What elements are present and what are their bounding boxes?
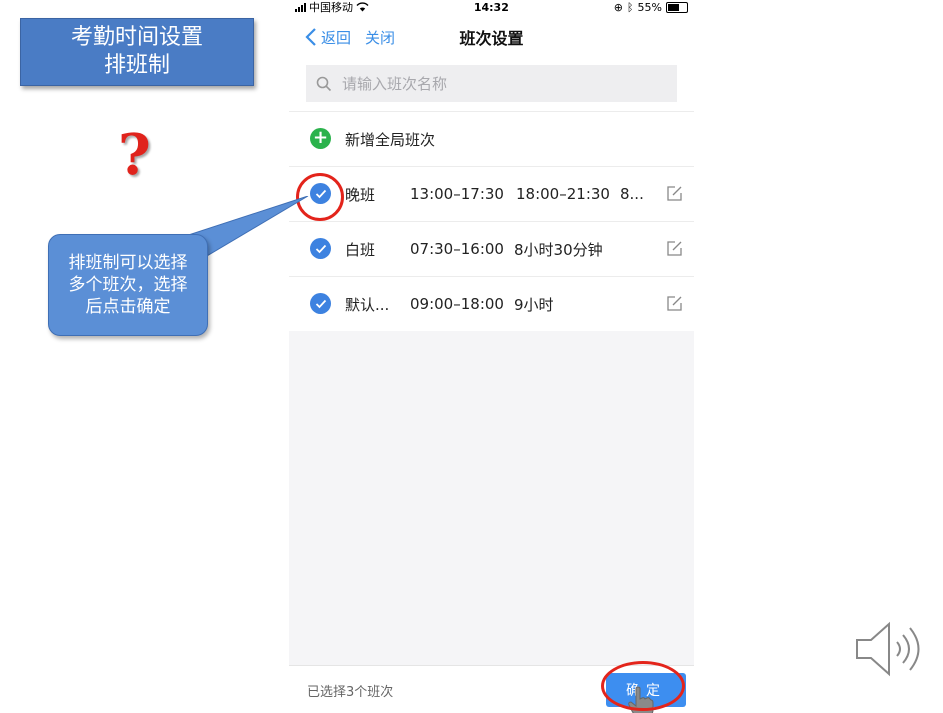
callout-line-1: 排班制可以选择	[68, 253, 188, 273]
add-shift-label: 新增全局班次	[345, 130, 436, 149]
shift-period-1: 07:30–16:00	[410, 240, 504, 258]
clock: 14:32	[473, 0, 509, 14]
speaker-icon[interactable]	[853, 618, 929, 680]
shift-period-1: 09:00–18:00	[410, 295, 504, 313]
shift-duration: 9小时	[514, 295, 554, 314]
back-chevron-icon	[305, 28, 316, 46]
shift-row[interactable]: 默认... 09:00–18:00 9小时	[289, 276, 694, 331]
selected-count: 已选择3个班次	[307, 685, 394, 700]
signal-icon	[295, 2, 306, 12]
check-circle-icon[interactable]	[310, 293, 331, 314]
phone-screen: 中国移动 14:32 ⊕ ᛒ 55% 返回 关闭 班次设置 请输入班次名称 +	[289, 0, 694, 713]
battery-percent: 55%	[637, 0, 662, 14]
shift-period-1: 13:00–17:30	[410, 185, 504, 203]
nav-bar: 返回 关闭 班次设置	[289, 14, 694, 60]
edit-icon[interactable]	[666, 295, 683, 312]
status-bar: 中国移动 14:32 ⊕ ᛒ 55%	[289, 0, 694, 14]
highlight-ring-confirm	[601, 661, 685, 711]
search-placeholder: 请输入班次名称	[342, 75, 448, 93]
shift-extra: 8...	[620, 185, 644, 203]
rotation-lock-icon: ⊕	[613, 0, 623, 14]
annotation-callout: 排班制可以选择 多个班次，选择 后点击确定	[48, 234, 208, 336]
shift-period-2: 18:00–21:30	[516, 185, 610, 203]
plus-circle-icon: +	[310, 128, 331, 149]
wifi-icon	[356, 2, 369, 12]
shift-name: 白班	[345, 240, 376, 259]
add-global-shift-button[interactable]: + 新增全局班次	[289, 111, 694, 166]
slide-title-box: 考勤时间设置 排班制	[20, 18, 254, 86]
back-label: 返回	[321, 28, 352, 47]
check-circle-icon[interactable]	[310, 238, 331, 259]
close-button[interactable]: 关闭	[365, 27, 395, 48]
callout-line-2: 多个班次，选择	[68, 275, 188, 295]
search-icon	[316, 76, 332, 91]
shift-name: 默认...	[345, 295, 390, 314]
battery-icon	[665, 1, 688, 13]
search-input[interactable]: 请输入班次名称	[306, 65, 677, 102]
callout-line-3: 后点击确定	[85, 297, 171, 317]
shift-duration: 8小时30分钟	[514, 240, 603, 259]
slide-title: 考勤时间设置	[70, 25, 203, 50]
search-bar: 请输入班次名称	[289, 60, 694, 111]
shift-row[interactable]: 晚班 13:00–17:30 18:00–21:30 8...	[289, 166, 694, 221]
back-button[interactable]: 返回	[305, 27, 351, 48]
shift-name: 晚班	[345, 185, 376, 204]
shift-list: + 新增全局班次 晚班 13:00–17:30 18:00–21:30 8...…	[289, 111, 694, 331]
slide-subtitle: 排班制	[103, 53, 170, 78]
edit-icon[interactable]	[666, 240, 683, 257]
bluetooth-icon: ᛒ	[626, 0, 634, 14]
shift-row[interactable]: 白班 07:30–16:00 8小时30分钟	[289, 221, 694, 276]
carrier-label: 中国移动	[309, 1, 353, 14]
edit-icon[interactable]	[666, 185, 683, 202]
question-mark-icon: ?	[118, 122, 151, 188]
